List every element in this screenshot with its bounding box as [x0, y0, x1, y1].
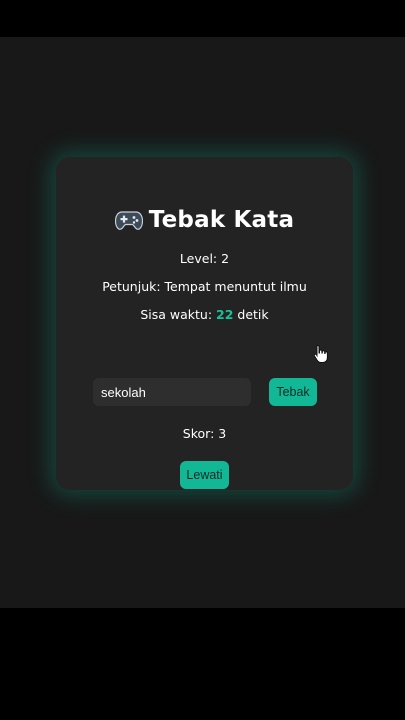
game-title: Tebak Kata: [56, 207, 353, 237]
timer-text: Sisa waktu: 22 detik: [56, 307, 353, 322]
page-viewport: Tebak Kata Level: 2 Petunjuk: Tempat men…: [0, 37, 405, 608]
game-controller-icon: [114, 209, 143, 237]
game-title-text: Tebak Kata: [148, 207, 295, 233]
timer-prefix: Sisa waktu:: [140, 307, 217, 322]
level-text: Level: 2: [179, 251, 230, 266]
timer-value: 22: [216, 307, 234, 322]
guess-input[interactable]: [93, 378, 251, 406]
skip-button[interactable]: Lewati: [180, 461, 229, 489]
hint-text: Petunjuk: Tempat menuntut ilmu: [102, 279, 307, 294]
timer-suffix: detik: [233, 307, 269, 322]
score-text: Skor: 3: [182, 426, 227, 441]
guess-button[interactable]: Tebak: [269, 378, 317, 406]
hand-pointer-icon: [313, 344, 329, 364]
game-card: Tebak Kata Level: 2 Petunjuk: Tempat men…: [56, 157, 353, 490]
